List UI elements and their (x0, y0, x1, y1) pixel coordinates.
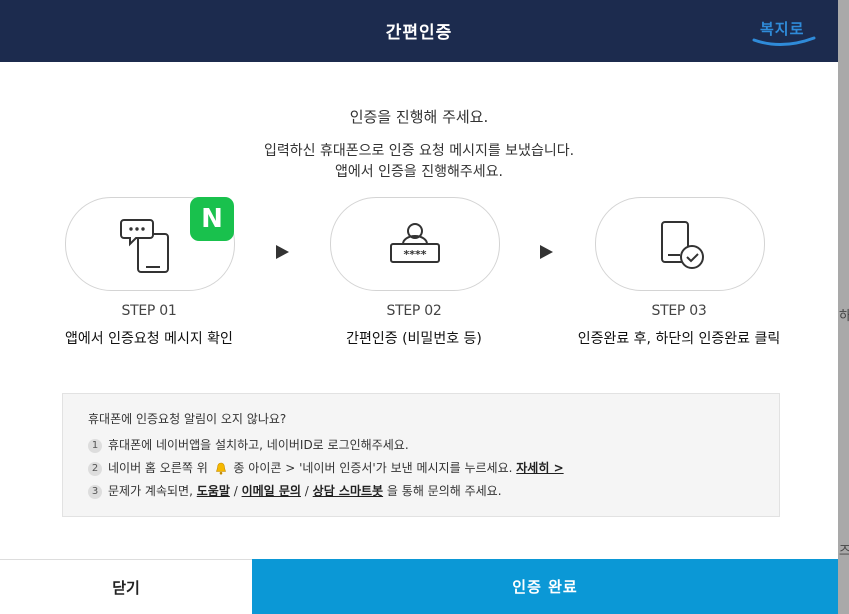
notice-text: 종 아이콘 > '네이버 인증서'가 보낸 메시지를 누르세요. (233, 461, 513, 475)
intro-heading: 인증을 진행해 주세요. (349, 108, 489, 126)
svg-text:****: **** (403, 248, 426, 261)
phone-check-icon (661, 221, 704, 269)
bell-icon (215, 462, 226, 475)
step-2-circle: **** (330, 197, 500, 291)
help-link[interactable]: 도움말 (197, 484, 230, 498)
auth-modal: 간편인증 복지로 인증을 진행해 주세요. 입력하신 휴대폰으로 인증 요청 메… (0, 0, 838, 614)
step-number: STEP 02 (386, 303, 442, 319)
step-description: 간편인증 (비밀번호 등) (346, 331, 482, 347)
notice-text: 휴대폰에 네이버앱을 설치하고, 네이버ID로 로그인해주세요. (108, 438, 409, 452)
notice-text: 을 통해 문의해 주세요. (386, 484, 502, 498)
notice-text: 문제가 계속되면, (108, 484, 193, 498)
logo-swoosh-icon (752, 36, 816, 46)
notice-item: 2 네이버 홈 오른쪽 위 종 아이콘 > '네이버 인증서'가 보낸 메시지를 … (88, 459, 564, 477)
email-inquiry-link[interactable]: 이메일 문의 (242, 484, 301, 498)
step-arrow-icon (540, 245, 553, 259)
password-user-icon: **** (390, 223, 440, 263)
naver-badge: N (190, 197, 234, 241)
modal-header: 간편인증 복지로 (0, 0, 838, 62)
step-3-circle (595, 197, 765, 291)
bokjiro-logo: 복지로 (752, 18, 818, 48)
details-link[interactable]: 자세히 > (516, 461, 563, 475)
step-number: STEP 03 (651, 303, 707, 319)
number-badge: 1 (88, 438, 102, 453)
number-badge: 2 (88, 461, 102, 476)
step-description: 앱에서 인증요청 메시지 확인 (65, 331, 233, 347)
backdrop-text: 즈 (839, 544, 849, 559)
modal-title: 간편인증 (385, 23, 453, 43)
auth-complete-button[interactable]: 인증 완료 (252, 559, 838, 614)
close-button[interactable]: 닫기 (0, 559, 252, 614)
notice-box: 휴대폰에 인증요청 알림이 오지 않나요? 1 휴대폰에 네이버앱을 설치하고, … (62, 393, 780, 517)
step-description: 인증완료 후, 하단의 인증완료 클릭 (577, 331, 781, 347)
intro-line: 입력하신 휴대폰으로 인증 요청 메시지를 보냈습니다. (263, 143, 575, 159)
notice-item: 3 문제가 계속되면, 도움말 / 이메일 문의 / 상담 스마트봇 을 통해 문… (88, 482, 502, 500)
modal-footer: 닫기 인증 완료 (0, 559, 838, 614)
notice-text: 네이버 홈 오른쪽 위 (108, 461, 208, 475)
step-number: STEP 01 (121, 303, 177, 319)
separator: / (233, 484, 238, 498)
number-badge: 3 (88, 484, 102, 499)
backdrop-text: 하 (839, 309, 849, 324)
smartbot-link[interactable]: 상담 스마트봇 (313, 484, 383, 498)
intro-text: 인증을 진행해 주세요. 입력하신 휴대폰으로 인증 요청 메시지를 보냈습니다… (0, 106, 838, 183)
intro-line: 앱에서 인증을 진행해주세요. (335, 164, 503, 180)
notice-item: 1 휴대폰에 네이버앱을 설치하고, 네이버ID로 로그인해주세요. (88, 436, 409, 454)
notice-title: 휴대폰에 인증요청 알림이 오지 않나요? (88, 412, 287, 426)
step-arrow-icon (276, 245, 289, 259)
separator: / (304, 484, 309, 498)
